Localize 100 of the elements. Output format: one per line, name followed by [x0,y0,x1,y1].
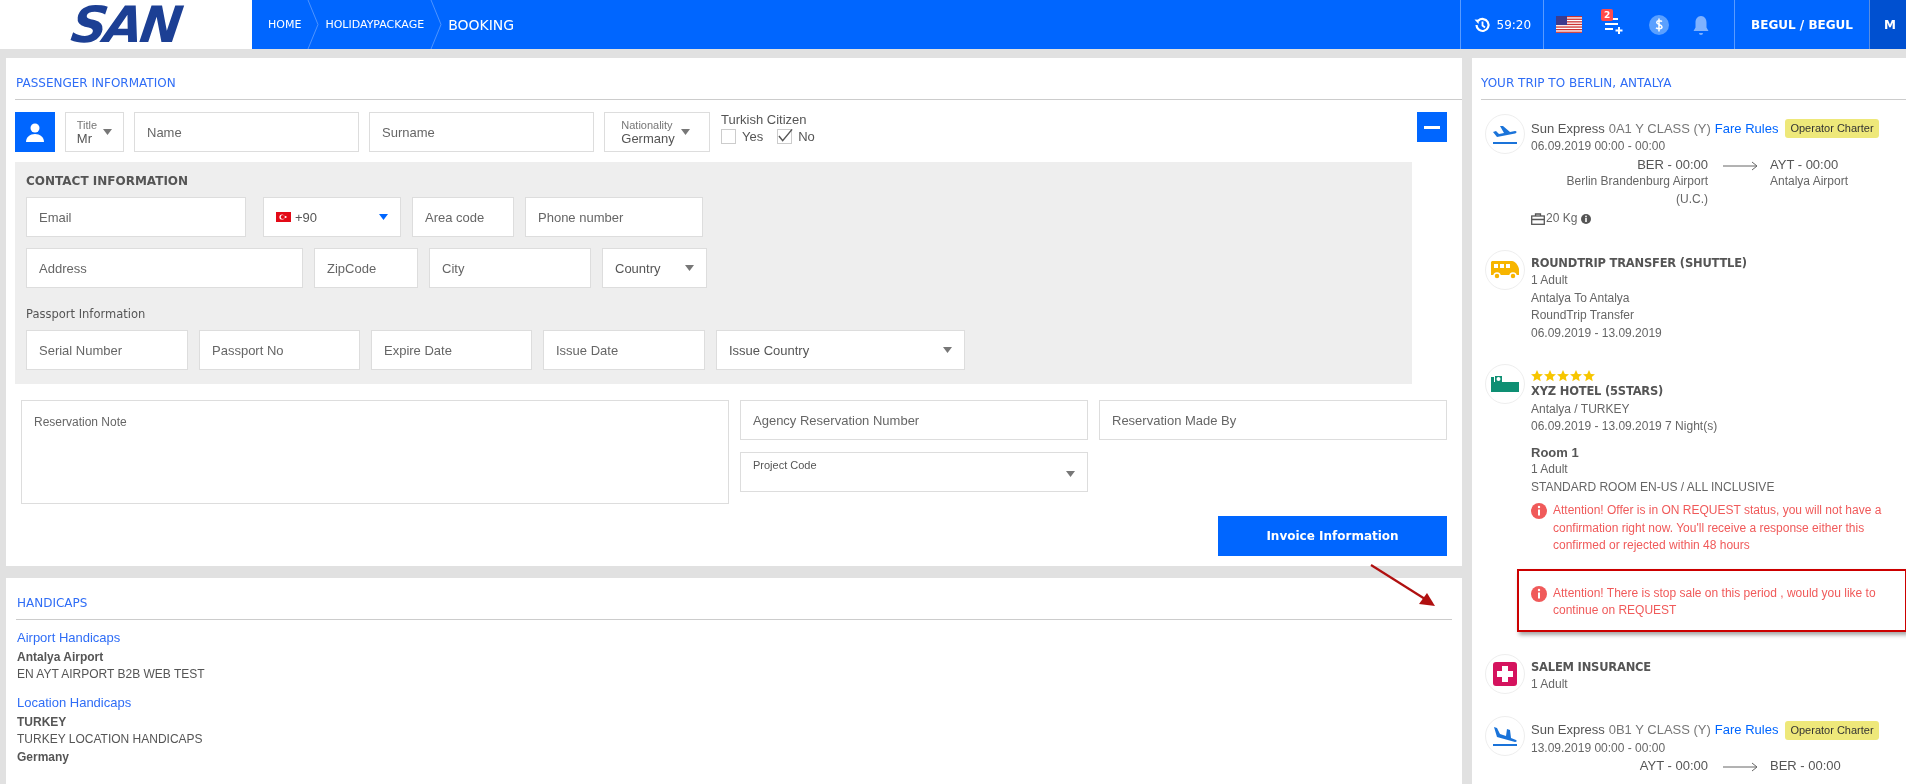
checkbox[interactable] [777,129,793,144]
checkbox[interactable] [721,129,736,144]
handicap-detail: EN AYT AIRPORT B2B WEB TEST [17,666,205,683]
notification-badge: 2 [1601,8,1614,21]
bell-icon [1692,13,1711,36]
flag-icon [276,212,291,222]
input-field[interactable]: Name [134,112,359,152]
star-icon [1583,370,1595,382]
breadcrumb-link[interactable]: BOOKING [448,16,515,33]
caret-icon [685,265,694,271]
input-field[interactable]: Issue Date [543,330,705,370]
section-title: PASSENGER INFORMATION [15,58,1462,100]
input-field[interactable]: Expire Date [371,330,532,370]
handicap-name: Germany [17,749,70,766]
nationality-dropdown[interactable]: Nationality Germany [604,112,710,152]
alert-info-icon [1531,585,1547,602]
airline-name: Sun Express [1531,119,1605,138]
room-detail: 1 Adult [1531,461,1568,478]
takeoff-plane-icon [1492,123,1518,145]
service-detail: 1 Adult [1531,272,1568,289]
caret-icon [1066,471,1075,477]
history-icon [1472,15,1491,34]
checkbox-label: No [798,129,815,144]
room-detail: STANDARD ROOM EN-US / ALL INCLUSIVE [1531,478,1775,496]
title-dropdown[interactable]: Title Mr [65,112,124,152]
service-name: SALEM INSURANCE [1531,658,1651,676]
airport-time: AYT - 00:00 [1770,155,1839,173]
star-icon [1557,370,1569,382]
airport-time: AYT - 00:00 [1639,757,1708,775]
flight-date: 06.09.2019 00:00 - 00:00 [1531,138,1666,155]
input-field[interactable]: Area code [412,197,514,237]
phone-code-dropdown[interactable]: +90 [263,197,401,237]
input-field[interactable]: Serial Number [26,330,188,370]
fare-rules-link[interactable]: Fare Rules [1714,721,1779,739]
input-field[interactable]: Email [26,197,246,237]
alert-text: Attention! Offer is in ON REQUEST status, you will not have a confirmation right now. You'll receive a response either this confirmed or rejected within 48 hours [1553,502,1883,554]
input-field[interactable]: Reservation Made By [1099,400,1447,440]
timer-text: 59:20 [1496,17,1532,32]
input-field[interactable]: Surname [369,112,594,152]
caret-icon [103,129,113,135]
checkmark-icon [778,127,794,142]
invoice-information-button[interactable]: Invoice Information [1218,516,1447,556]
alert-text: Attention! There is stop sale on this period , would you like to continue on REQUEST [1553,584,1877,619]
minus-icon [1424,125,1440,129]
dropdown[interactable]: Country [602,248,707,288]
input-field[interactable]: Phone number [525,197,703,237]
luggage-icon [1531,212,1545,225]
handicap-name: Antalya Airport [17,649,104,666]
section-heading: Passport Information [26,307,147,321]
service-detail: 06.09.2019 - 13.09.2019 [1531,324,1662,342]
airport-time: BER - 00:00 [1637,155,1708,173]
caret-icon [680,129,690,135]
caret-icon [379,214,388,220]
us-flag-icon [1556,16,1583,33]
caret-icon [943,347,952,353]
service-detail: Antalya To Antalya [1531,289,1630,307]
baggage-text: 20 Kg [1546,210,1578,227]
room-title: Room 1 [1531,443,1579,461]
dropdown[interactable]: Issue Country [716,330,965,370]
field-label: Turkish Citizen [721,112,808,127]
flight-date: 13.09.2019 00:00 - 00:00 [1531,739,1666,757]
operator-badge: Operator Charter [1785,720,1879,740]
input-field[interactable]: City [429,248,591,288]
airport-name: Antalya Airport [1770,173,1849,190]
dollar-icon [1648,13,1671,36]
hotel-detail: Antalya / TURKEY [1531,400,1630,418]
input-field[interactable]: ZipCode [314,248,418,288]
landing-plane-icon [1492,724,1518,747]
flight-class: 0B1 Y CLASS (Y) [1608,721,1711,739]
breadcrumb-link[interactable]: HOLIDAYPACKAGE [325,18,425,31]
input-field[interactable]: Address [26,248,303,288]
chevron-icon [307,0,320,49]
reservation-note-field[interactable]: Reservation Note [21,400,729,504]
route-arrow-icon [1723,762,1759,772]
route-arrow-icon [1723,160,1759,171]
menu-text[interactable]: M [1869,0,1906,49]
checkbox-label: Yes [742,129,764,144]
star-icon [1570,370,1582,382]
bed-icon [1491,376,1519,392]
group-title: Airport Handicaps [17,630,122,645]
airline-name: Sun Express [1531,721,1605,739]
input-field[interactable]: Agency Reservation Number [740,400,1088,440]
handicap-name: TURKEY [17,714,67,731]
medical-cross-icon [1493,661,1517,686]
hotel-name: XYZ HOTEL (5STARS) [1531,383,1664,400]
breadcrumb-link[interactable]: HOME [268,18,302,31]
collapse-button[interactable] [1417,112,1447,142]
service-detail: 1 Adult [1531,676,1568,693]
logo: SAN [0,0,252,49]
handicap-detail: TURKEY LOCATION HANDICAPS [17,731,203,748]
group-title: Location Handicaps [17,695,133,710]
star-icon [1544,370,1556,382]
project-code-dropdown[interactable]: Project Code [740,452,1088,492]
input-field[interactable]: Passport No [199,330,360,370]
section-title: YOUR TRIP TO BERLIN, ANTALYA [1481,58,1906,100]
alert-info-icon [1531,503,1547,519]
fare-rules-link[interactable]: Fare Rules [1714,119,1779,138]
hotel-detail: 06.09.2019 - 13.09.2019 7 Night(s) [1531,418,1718,435]
service-detail: RoundTrip Transfer [1531,307,1634,324]
flight-class: 0A1 Y CLASS (Y) [1608,119,1711,138]
